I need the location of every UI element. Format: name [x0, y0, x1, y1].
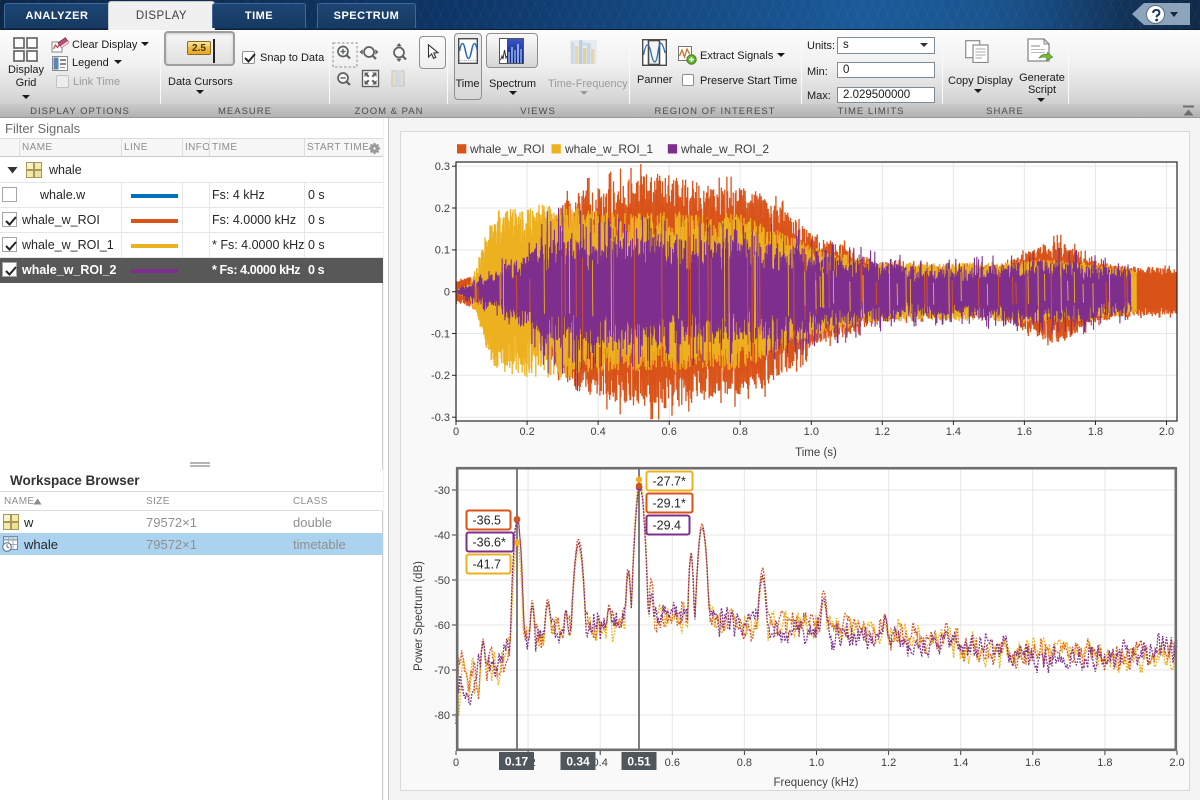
svg-text:Power Spectrum (dB): Power Spectrum (dB)	[413, 561, 425, 671]
svg-text:-29.1*: -29.1*	[653, 497, 686, 511]
svg-text:0.6: 0.6	[662, 426, 677, 438]
svg-text:0.17: 0.17	[505, 755, 529, 769]
svg-text:-36.6*: -36.6*	[473, 536, 506, 550]
svg-text:-29.4: -29.4	[653, 519, 682, 533]
svg-text:0.51: 0.51	[627, 755, 651, 769]
svg-text:-60: -60	[434, 620, 450, 632]
svg-text:-36.5: -36.5	[473, 514, 502, 528]
svg-text:whale_w_ROI_2: whale_w_ROI_2	[680, 142, 769, 156]
svg-text:-0.2: -0.2	[431, 370, 450, 382]
svg-text:-0.1: -0.1	[431, 328, 450, 340]
svg-text:0: 0	[444, 287, 450, 299]
svg-text:1.2: 1.2	[875, 426, 890, 438]
svg-text:0.1: 0.1	[435, 245, 450, 257]
svg-text:0.2: 0.2	[435, 203, 450, 215]
svg-text:whale_w_ROI_1: whale_w_ROI_1	[564, 142, 653, 156]
svg-text:1.8: 1.8	[1097, 757, 1112, 769]
svg-text:-41.7: -41.7	[473, 558, 502, 572]
svg-text:2.0: 2.0	[1169, 757, 1184, 769]
svg-text:1.0: 1.0	[804, 426, 819, 438]
svg-text:0.2: 0.2	[519, 426, 534, 438]
svg-text:-30: -30	[434, 485, 450, 497]
svg-text:0.34: 0.34	[566, 755, 590, 769]
svg-text:1.8: 1.8	[1088, 426, 1103, 438]
svg-text:Time (s): Time (s)	[795, 447, 837, 459]
svg-text:Frequency (kHz): Frequency (kHz)	[774, 777, 859, 789]
svg-text:-27.7*: -27.7*	[653, 475, 686, 489]
svg-text:1.4: 1.4	[953, 757, 968, 769]
svg-text:whale_w_ROI: whale_w_ROI	[469, 142, 545, 156]
svg-text:1.6: 1.6	[1017, 426, 1032, 438]
svg-text:-70: -70	[434, 665, 450, 677]
svg-text:0.3: 0.3	[435, 161, 450, 173]
svg-text:0.8: 0.8	[737, 757, 752, 769]
svg-text:1.0: 1.0	[809, 757, 824, 769]
svg-text:-40: -40	[434, 530, 450, 542]
svg-text:0.8: 0.8	[733, 426, 748, 438]
svg-text:-80: -80	[434, 710, 450, 722]
svg-text:-50: -50	[434, 575, 450, 587]
svg-text:0.6: 0.6	[665, 757, 680, 769]
svg-text:-0.3: -0.3	[431, 412, 450, 424]
svg-text:1.4: 1.4	[946, 426, 961, 438]
svg-text:1.2: 1.2	[881, 757, 896, 769]
svg-text:1.6: 1.6	[1025, 757, 1040, 769]
svg-text:0.4: 0.4	[590, 426, 605, 438]
svg-text:0: 0	[453, 757, 459, 769]
svg-text:0: 0	[453, 426, 459, 438]
svg-text:2.0: 2.0	[1159, 426, 1174, 438]
